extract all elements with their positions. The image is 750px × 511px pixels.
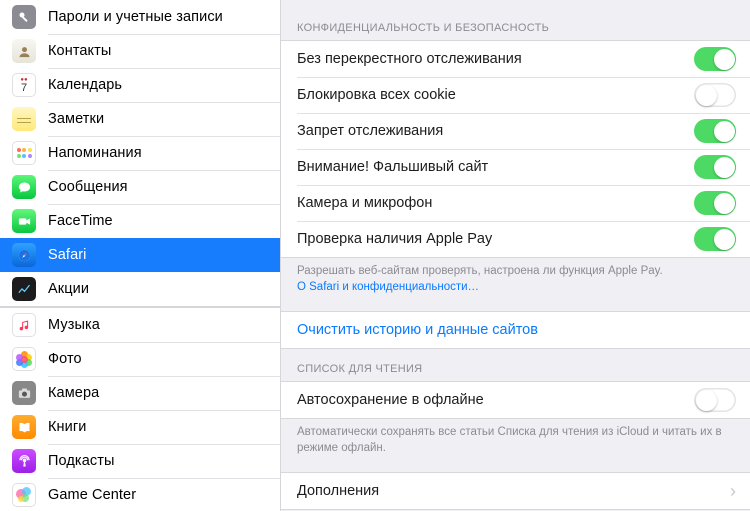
chevron-right-icon: › <box>730 481 736 502</box>
row-label: Дополнения <box>297 483 730 499</box>
sidebar-item-label: Game Center <box>48 487 136 503</box>
clear-history-button[interactable]: Очистить историю и данные сайтов <box>297 322 736 338</box>
camera-icon <box>12 381 36 405</box>
toggle-cross-tracking[interactable] <box>694 47 736 71</box>
sidebar-item-contacts[interactable]: Контакты <box>0 34 280 68</box>
row-block-cookies[interactable]: Блокировка всех cookie <box>281 77 750 113</box>
key-icon <box>12 5 36 29</box>
toggle-camera-mic[interactable] <box>694 191 736 215</box>
clear-group: Очистить историю и данные сайтов <box>281 311 750 349</box>
messages-icon <box>12 175 36 199</box>
row-fraud-warning[interactable]: Внимание! Фальшивый сайт <box>281 149 750 185</box>
row-label: Автосохранение в офлайне <box>297 392 694 408</box>
section-header-privacy: Конфиденциальность и безопасность <box>281 8 750 40</box>
row-do-not-track[interactable]: Запрет отслеживания <box>281 113 750 149</box>
sidebar-item-label: Напоминания <box>48 145 142 161</box>
row-label: Запрет отслеживания <box>297 123 694 139</box>
music-icon <box>12 313 36 337</box>
sidebar-item-label: Музыка <box>48 317 100 333</box>
sidebar-item-label: Safari <box>48 247 86 263</box>
sidebar-item-safari[interactable]: Safari <box>0 238 280 272</box>
books-icon <box>12 415 36 439</box>
gamecenter-icon <box>12 483 36 507</box>
reading-group: Автосохранение в офлайне <box>281 381 750 419</box>
sidebar-item-label: Подкасты <box>48 453 114 469</box>
addons-group: Дополнения › <box>281 472 750 510</box>
sidebar-item-podcasts[interactable]: Подкасты <box>0 444 280 478</box>
contacts-icon <box>12 39 36 63</box>
sidebar-item-label: Календарь <box>48 77 122 93</box>
toggle-applepay-check[interactable] <box>694 227 736 251</box>
sidebar-item-stocks[interactable]: Акции <box>0 272 280 306</box>
row-label: Без перекрестного отслеживания <box>297 51 694 67</box>
notes-icon <box>12 107 36 131</box>
safari-icon <box>12 243 36 267</box>
note-text: Разрешать веб-сайтам проверять, настроен… <box>297 265 663 277</box>
row-label: Проверка наличия Apple Pay <box>297 231 694 247</box>
toggle-do-not-track[interactable] <box>694 119 736 143</box>
sidebar-item-label: Акции <box>48 281 89 297</box>
sidebar-item-label: Сообщения <box>48 179 128 195</box>
row-label: Камера и микрофон <box>297 195 694 211</box>
sidebar-item-music[interactable]: Музыка <box>0 308 280 342</box>
sidebar-item-reminders[interactable]: Напоминания <box>0 136 280 170</box>
section-header-reading: Список для чтения <box>281 349 750 381</box>
sidebar-item-calendar[interactable]: ●● 7 Календарь <box>0 68 280 102</box>
sidebar-item-camera[interactable]: Камера <box>0 376 280 410</box>
facetime-icon <box>12 209 36 233</box>
reminders-icon <box>12 141 36 165</box>
sidebar-item-label: Фото <box>48 351 82 367</box>
sidebar-item-label: Пароли и учетные записи <box>48 9 223 25</box>
row-clear-history[interactable]: Очистить историю и данные сайтов <box>281 312 750 348</box>
row-label: Внимание! Фальшивый сайт <box>297 159 694 175</box>
settings-detail-safari: Конфиденциальность и безопасность Без пе… <box>281 0 750 511</box>
row-cross-tracking[interactable]: Без перекрестного отслеживания <box>281 41 750 77</box>
sidebar-item-label: Заметки <box>48 111 104 127</box>
toggle-autosave-offline[interactable] <box>694 388 736 412</box>
about-privacy-link[interactable]: О Safari и конфиденциальности… <box>297 281 479 293</box>
row-camera-mic[interactable]: Камера и микрофон <box>281 185 750 221</box>
sidebar-item-notes[interactable]: Заметки <box>0 102 280 136</box>
sidebar-item-passwords[interactable]: Пароли и учетные записи <box>0 0 280 34</box>
calendar-icon: ●● 7 <box>12 73 36 97</box>
row-label: Блокировка всех cookie <box>297 87 694 103</box>
privacy-footer-note: Разрешать веб-сайтам проверять, настроен… <box>281 258 750 295</box>
sidebar-group-apps-1: Пароли и учетные записи Контакты ●● 7 Ка… <box>0 0 280 306</box>
row-autosave-offline[interactable]: Автосохранение в офлайне <box>281 382 750 418</box>
podcasts-icon <box>12 449 36 473</box>
sidebar-item-label: Контакты <box>48 43 111 59</box>
sidebar-item-gamecenter[interactable]: Game Center <box>0 478 280 511</box>
settings-sidebar: Пароли и учетные записи Контакты ●● 7 Ка… <box>0 0 281 511</box>
sidebar-item-label: FaceTime <box>48 213 113 229</box>
privacy-group: Без перекрестного отслеживания Блокировк… <box>281 40 750 258</box>
sidebar-item-label: Камера <box>48 385 99 401</box>
reading-footer-note: Автоматически сохранять все статьи Списк… <box>281 419 750 456</box>
photos-icon <box>12 347 36 371</box>
sidebar-item-label: Книги <box>48 419 86 435</box>
sidebar-item-photos[interactable]: Фото <box>0 342 280 376</box>
stocks-icon <box>12 277 36 301</box>
sidebar-item-messages[interactable]: Сообщения <box>0 170 280 204</box>
toggle-fraud-warning[interactable] <box>694 155 736 179</box>
toggle-block-cookies[interactable] <box>694 83 736 107</box>
sidebar-item-facetime[interactable]: FaceTime <box>0 204 280 238</box>
sidebar-group-apps-2: Музыка Фото Камера <box>0 308 280 511</box>
row-addons[interactable]: Дополнения › <box>281 473 750 509</box>
row-applepay-check[interactable]: Проверка наличия Apple Pay <box>281 221 750 257</box>
sidebar-item-books[interactable]: Книги <box>0 410 280 444</box>
